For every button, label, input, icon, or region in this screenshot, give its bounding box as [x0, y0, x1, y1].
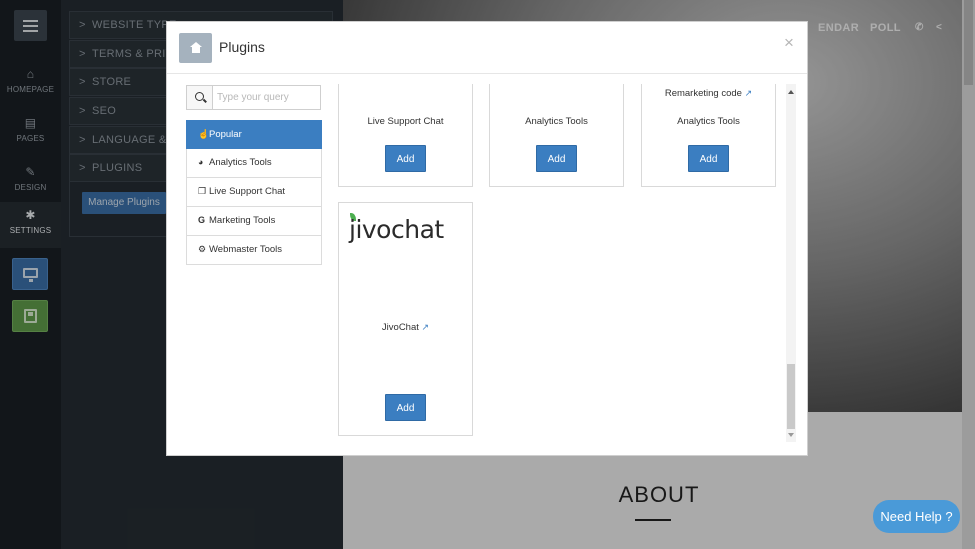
- jivochat-logo-text: jivochat: [349, 215, 444, 244]
- plugin-name: Analytics Tools: [525, 116, 588, 127]
- pie-chart-icon: ◕: [198, 157, 204, 167]
- modal-header: Plugins ×: [167, 22, 807, 74]
- category-label: Popular: [209, 129, 242, 140]
- plugin-card-jivochat: jivochat JivoChat ↗ Add: [338, 202, 473, 436]
- plugin-card: Live Support Chat Add: [338, 84, 473, 187]
- category-label: Live Support Chat: [209, 186, 286, 197]
- scrollbar-thumb[interactable]: [787, 364, 795, 429]
- search-icon[interactable]: [187, 86, 213, 109]
- google-icon: G: [198, 215, 206, 225]
- scroll-up-icon[interactable]: [788, 90, 794, 94]
- modal-title: Plugins: [219, 39, 265, 55]
- category-webmaster-tools[interactable]: ⚙ Webmaster Tools: [186, 236, 322, 265]
- scroll-down-icon[interactable]: [788, 433, 794, 437]
- category-label: Analytics Tools: [209, 157, 272, 168]
- plugin-search: [186, 85, 321, 110]
- category-list: ☝Popular ◕ Analytics Tools ❐ Live Support …: [186, 120, 322, 265]
- category-live-support-chat[interactable]: ❐ Live Support Chat: [186, 178, 322, 207]
- search-input[interactable]: [214, 86, 320, 109]
- jivochat-logo: jivochat: [349, 213, 464, 245]
- gears-icon: ⚙: [198, 244, 207, 254]
- plugin-link-label: Remarketing code: [664, 88, 742, 99]
- add-plugin-button[interactable]: Add: [385, 394, 426, 421]
- chat-bubbles-icon: ❐: [198, 186, 207, 196]
- home-icon: [179, 33, 212, 63]
- plugin-link[interactable]: JivoChat ↗: [339, 322, 472, 333]
- plugin-grid-scrollbar[interactable]: [786, 84, 796, 442]
- plugin-card: Analytics Tools Add: [489, 84, 624, 187]
- add-plugin-button[interactable]: Add: [536, 145, 577, 172]
- category-label: Webmaster Tools: [209, 244, 283, 255]
- plugin-name: Analytics Tools: [677, 116, 740, 127]
- add-plugin-button[interactable]: Add: [688, 145, 729, 172]
- plugin-grid: Live Support Chat Add Analytics Tools Ad…: [337, 84, 777, 436]
- external-link-icon: ↗: [744, 88, 753, 98]
- plugin-link[interactable]: Remarketing code ↗: [642, 88, 775, 99]
- category-analytics-tools[interactable]: ◕ Analytics Tools: [186, 149, 322, 178]
- need-help-button[interactable]: Need Help ?: [873, 500, 960, 533]
- external-link-icon: ↗: [421, 322, 430, 332]
- add-plugin-button[interactable]: Add: [385, 145, 426, 172]
- plugin-name: JivoChat: [381, 322, 419, 333]
- plugin-name: Live Support Chat: [367, 116, 444, 127]
- category-marketing-tools[interactable]: G Marketing Tools: [186, 207, 322, 236]
- category-popular[interactable]: ☝Popular: [186, 120, 322, 149]
- thumbs-up-icon: ☝: [198, 129, 210, 139]
- category-label: Marketing Tools: [209, 215, 276, 226]
- plugins-modal: Plugins × ☝Popular ◕Analytics Tools ❐Liv…: [166, 21, 808, 456]
- plugin-card: Remarketing code ↗ Analytics Tools Add: [641, 84, 776, 187]
- close-icon[interactable]: ×: [784, 34, 794, 51]
